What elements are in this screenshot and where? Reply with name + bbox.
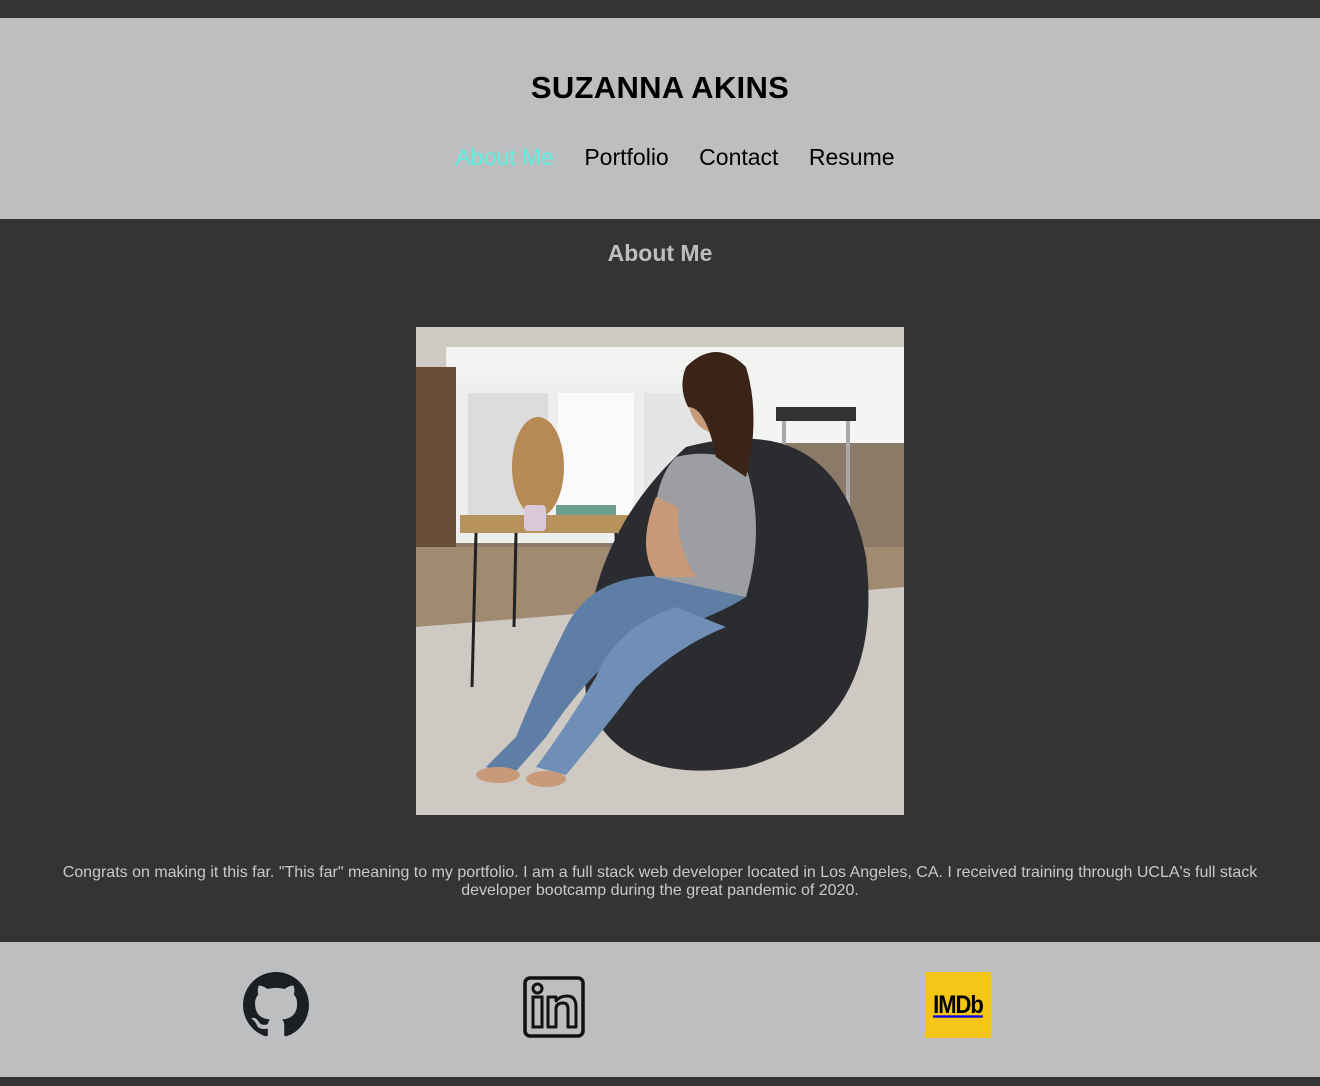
imdb-icon[interactable]: IMDb: [925, 972, 991, 1038]
github-icon[interactable]: [243, 972, 309, 1038]
profile-photo: [416, 327, 904, 815]
nav-resume[interactable]: Resume: [809, 144, 895, 171]
nav-about-me[interactable]: About Me: [455, 144, 553, 171]
linkedin-icon[interactable]: [522, 975, 586, 1039]
section-title: About Me: [607, 240, 713, 266]
nav-contact[interactable]: Contact: [699, 144, 778, 171]
site-header: SUZANNA AKINS About Me Portfolio Contact…: [0, 18, 1320, 219]
main-nav: About Me Portfolio Contact Resume: [0, 144, 1320, 171]
imdb-logo-text: IMDb: [933, 990, 984, 1019]
site-title: SUZANNA AKINS: [530, 70, 790, 105]
nav-portfolio[interactable]: Portfolio: [584, 144, 668, 171]
bio-text: Congrats on making it this far. "This fa…: [62, 864, 1258, 899]
site-footer: IMDb: [0, 942, 1320, 1077]
